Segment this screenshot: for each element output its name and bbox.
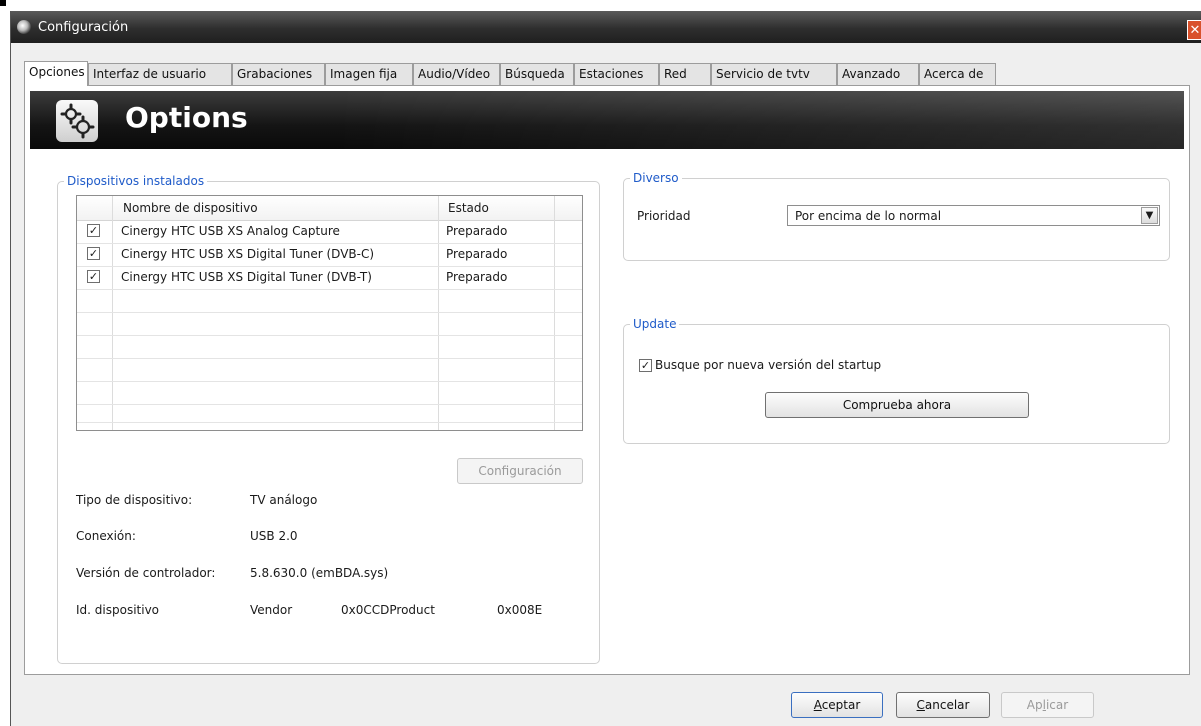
list-header: Nombre de dispositivo Estado <box>77 196 582 221</box>
tab-audio-video[interactable]: Audio/Vídeo <box>413 63 500 85</box>
tab-servicio-tvtv[interactable]: Servicio de tvtv <box>711 63 837 85</box>
tab-red[interactable]: Red <box>659 63 711 85</box>
gears-icon <box>56 100 98 142</box>
tab-acerca-de[interactable]: Acerca de <box>919 63 996 85</box>
diverso-legend: Diverso <box>630 171 682 185</box>
tab-avanzado[interactable]: Avanzado <box>837 63 919 85</box>
update-checkbox-label[interactable]: Busque por nueva versión del startup <box>655 358 881 372</box>
close-icon[interactable]: ✕ <box>1187 20 1201 40</box>
banner-title: Options <box>125 101 248 134</box>
tab-imagen-fija[interactable]: Imagen fija <box>325 63 413 85</box>
banner-sheen <box>330 91 1184 149</box>
grid-line <box>77 381 582 382</box>
apply-label-rest: icar <box>1045 698 1069 712</box>
table-row[interactable]: ✓ Cinergy HTC USB XS Digital Tuner (DVB-… <box>77 244 582 266</box>
apply-label-pre: Ap <box>1026 698 1043 712</box>
product-value: 0x008E <box>497 603 543 617</box>
priority-label: Prioridad <box>637 209 691 223</box>
column-header-state[interactable]: Estado <box>448 201 489 215</box>
update-legend: Update <box>630 317 680 331</box>
tab-opciones[interactable]: Opciones <box>24 61 88 86</box>
device-name: Cinergy HTC USB XS Analog Capture <box>121 224 340 238</box>
priority-select[interactable]: Por encima de lo normal ▼ <box>787 205 1160 226</box>
devices-legend: Dispositivos instalados <box>64 174 208 188</box>
driver-version-value: 5.8.630.0 (emBDA.sys) <box>250 566 389 580</box>
device-type-value: TV análogo <box>250 493 318 507</box>
device-name: Cinergy HTC USB XS Digital Tuner (DVB-C) <box>121 247 375 261</box>
device-checkbox[interactable]: ✓ <box>87 247 100 260</box>
table-row[interactable]: ✓ Cinergy HTC USB XS Digital Tuner (DVB-… <box>77 267 582 289</box>
chevron-down-icon[interactable]: ▼ <box>1141 207 1158 224</box>
cancel-mnemonic: C <box>916 698 925 712</box>
grid-line <box>77 335 582 336</box>
device-id-label: Id. dispositivo <box>76 603 160 617</box>
device-config-button[interactable]: Configuración <box>457 458 583 484</box>
update-group: Update <box>623 317 1170 444</box>
cancel-label: ancelar <box>924 698 970 712</box>
device-state: Preparado <box>446 270 508 284</box>
accept-label: ceptar <box>821 698 861 712</box>
options-banner: Options <box>30 91 1184 149</box>
device-checkbox[interactable]: ✓ <box>87 224 100 237</box>
top-strip <box>0 0 1201 11</box>
grid-line <box>77 358 582 359</box>
device-type-label: Tipo de dispositivo: <box>76 493 193 507</box>
accept-mnemonic: A <box>813 698 822 712</box>
device-state: Preparado <box>446 247 508 261</box>
driver-version-label: Versión de controlador: <box>76 566 216 580</box>
window-title: Configuración <box>38 20 129 35</box>
corner-mark <box>0 0 6 6</box>
device-checkbox[interactable]: ✓ <box>87 270 100 283</box>
update-checkbox[interactable]: ✓ <box>639 359 652 372</box>
app-icon <box>17 20 31 34</box>
grid-line <box>77 312 582 313</box>
grid-line <box>77 289 582 290</box>
column-header-name[interactable]: Nombre de dispositivo <box>123 201 258 215</box>
check-now-button[interactable]: Comprueba ahora <box>765 392 1029 418</box>
accept-button[interactable]: Aceptar <box>791 692 883 718</box>
priority-value: Por encima de lo normal <box>795 209 942 223</box>
connection-value: USB 2.0 <box>250 529 298 543</box>
vendor-label: Vendor <box>250 603 293 617</box>
device-list[interactable]: Nombre de dispositivo Estado ✓ Cinergy H… <box>76 195 583 431</box>
connection-label: Conexión: <box>76 529 136 543</box>
tab-grabaciones[interactable]: Grabaciones <box>232 63 325 85</box>
grid-line <box>77 422 582 423</box>
title-bar[interactable]: Configuración ✕ <box>11 11 1201 43</box>
cancel-button[interactable]: Cancelar <box>896 692 990 718</box>
config-window: Configuración ✕ Opciones Interfaz de usu… <box>10 11 1201 726</box>
device-state: Preparado <box>446 224 508 238</box>
device-name: Cinergy HTC USB XS Digital Tuner (DVB-T) <box>121 270 372 284</box>
tab-estaciones[interactable]: Estaciones <box>574 63 659 85</box>
grid-line <box>77 404 582 405</box>
apply-button[interactable]: Aplicar <box>1001 692 1094 718</box>
vendor-value: 0x0CCDProduct <box>341 603 435 617</box>
tab-interfaz-de-usuario[interactable]: Interfaz de usuario <box>88 63 232 85</box>
tab-busqueda[interactable]: Búsqueda <box>500 63 574 85</box>
table-row[interactable]: ✓ Cinergy HTC USB XS Analog Capture Prep… <box>77 221 582 243</box>
